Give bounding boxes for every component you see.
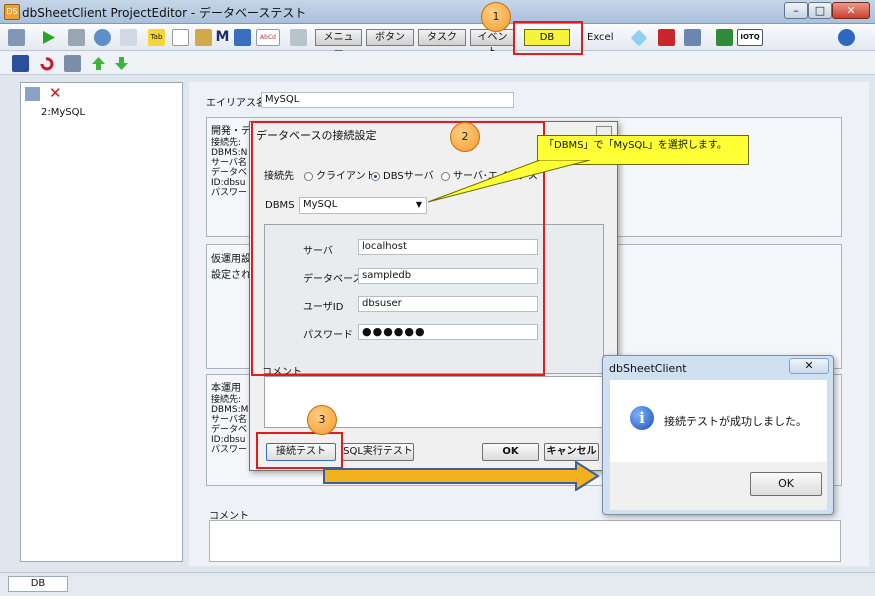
close-window-button[interactable]: ✕ (832, 2, 870, 19)
abc-icon[interactable]: AbCd (256, 29, 280, 46)
up-arrow-icon[interactable] (90, 55, 107, 72)
check-icon[interactable] (234, 29, 251, 46)
msgbox-message: 接続テストが成功しました。 (664, 415, 807, 428)
status-db: DB (8, 576, 68, 592)
prod-line-1: 接続先: (211, 395, 242, 405)
export-icon[interactable] (120, 29, 137, 46)
connection-tree-pane: ✕ 2:MySQL (20, 82, 183, 562)
window-title: dbSheetClient ProjectEditor - データベーステスト (22, 6, 307, 20)
app-icon: DS (4, 4, 20, 20)
tab-task[interactable]: タスク (418, 29, 466, 46)
title-bar: DS dbSheetClient ProjectEditor - データベーステ… (0, 0, 875, 24)
main-toolbar: Tab M AbCd メニュー ボタン タスク イベント DB Excel IO… (0, 24, 875, 58)
step-badge-1: 1 (481, 2, 511, 32)
panel-icon[interactable] (172, 29, 189, 46)
msgbox-body: i 接続テストが成功しました。 (610, 380, 827, 462)
status-bar: DB (0, 572, 875, 596)
dev-line-1: 接続先: (211, 138, 242, 148)
prod-line-5: ID:dbsu (211, 435, 246, 445)
sql-test-button[interactable]: SQL実行テスト (342, 443, 414, 461)
excel-icon[interactable] (716, 29, 733, 46)
msgbox-title: dbSheetClient (609, 362, 687, 375)
comment-textarea[interactable] (209, 520, 841, 562)
m-icon[interactable]: M (214, 29, 231, 46)
down-arrow-icon[interactable] (113, 55, 130, 72)
alias-field[interactable]: MySQL (261, 92, 514, 108)
maximize-button[interactable]: □ (808, 2, 832, 19)
help-icon[interactable] (838, 29, 855, 46)
callout-pointer (427, 160, 591, 203)
hierarchy-icon[interactable] (290, 29, 307, 46)
msgbox-close-button[interactable]: ✕ (789, 358, 829, 374)
prod-line-3: サーバ名 (211, 415, 247, 425)
arrow-right-icon (323, 461, 600, 491)
dev-line-2: DBMS:N (211, 148, 248, 158)
info-icon: i (630, 406, 654, 430)
add-connection-icon[interactable] (25, 87, 40, 101)
dev-line-3: サーバ名 (211, 158, 247, 168)
prod-group-title: 本運用 (211, 383, 241, 394)
prod-line-4: データベ (211, 425, 248, 435)
dialog-cancel-button[interactable]: キャンセル (544, 443, 599, 461)
minimize-button[interactable]: – (784, 2, 808, 19)
tree-item-mysql[interactable]: 2:MySQL (41, 107, 85, 118)
gear-icon[interactable] (94, 29, 111, 46)
toolbox-icon[interactable] (658, 29, 675, 46)
copy-icon[interactable] (684, 29, 701, 46)
secondary-toolbar (0, 51, 875, 75)
step-badge-2: 2 (450, 122, 480, 152)
success-message-box: dbSheetClient ✕ i 接続テストが成功しました。 OK (602, 355, 834, 515)
lock-icon[interactable] (195, 29, 212, 46)
list-icon[interactable] (64, 55, 81, 72)
refresh-icon[interactable] (38, 55, 55, 72)
temp-group-title: 仮運用設 (211, 254, 251, 265)
tab-menu[interactable]: メニュー (315, 29, 362, 58)
alias-label: エイリアス名 (206, 98, 266, 109)
window-icon[interactable] (8, 29, 25, 46)
save-icon[interactable] (12, 55, 29, 72)
annotation-box-db-tab (513, 21, 583, 55)
prod-line-2: DBMS:M (211, 405, 249, 415)
tab-excel[interactable]: Excel (580, 29, 620, 46)
tab-order-icon[interactable]: Tab (148, 29, 165, 46)
dialog-ok-button[interactable]: OK (482, 443, 539, 461)
delete-icon[interactable]: ✕ (49, 84, 62, 102)
iotq-icon[interactable]: IOTQ (737, 29, 763, 46)
run-icon[interactable] (40, 29, 57, 46)
temp-line: 設定され (211, 270, 251, 281)
form-icon[interactable] (68, 29, 85, 46)
dev-line-5: ID:dbsu (211, 178, 246, 188)
diamond-icon[interactable] (630, 29, 648, 47)
tab-button[interactable]: ボタン (366, 29, 414, 46)
step-badge-3: 3 (307, 405, 337, 435)
msgbox-ok-button[interactable]: OK (750, 472, 822, 496)
msgbox-footer: OK (610, 462, 827, 510)
dev-line-4: データベ (211, 168, 248, 178)
